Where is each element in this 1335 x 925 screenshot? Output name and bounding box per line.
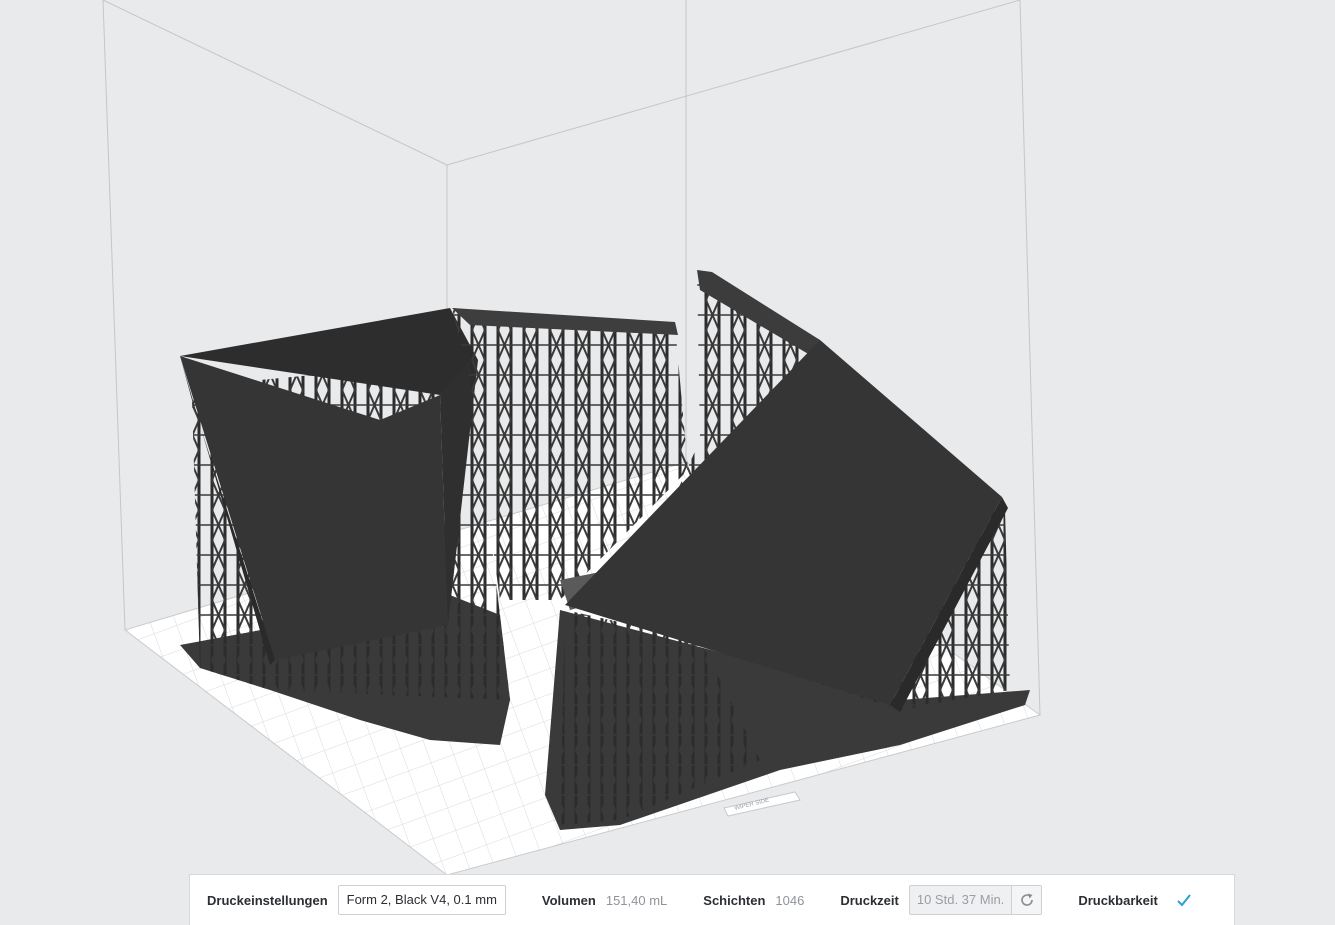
print-settings-field[interactable]: Form 2, Black V4, 0.1 mm (337, 885, 506, 915)
print-time-label: Druckzeit (840, 892, 899, 908)
volume-value: 151,40 mL (605, 892, 668, 908)
scene-canvas[interactable]: WIPER SIDE (0, 0, 1335, 925)
layers-label: Schichten (703, 892, 766, 908)
print-time-group: 10 Std. 37 Min. (908, 885, 1043, 915)
status-bar: Druckeinstellungen Form 2, Black V4, 0.1… (189, 874, 1235, 925)
refresh-button[interactable] (1011, 885, 1043, 915)
printability-label: Druckbarkeit (1078, 892, 1158, 908)
checkmark-icon (1177, 894, 1191, 907)
print-settings-label: Druckeinstellungen (207, 892, 328, 908)
layers-value: 1046 (775, 892, 805, 908)
volume-label: Volumen (541, 892, 596, 908)
3d-viewport[interactable]: WIPER SIDE (0, 0, 1335, 925)
refresh-icon (1021, 893, 1033, 906)
print-time-field: 10 Std. 37 Min. (908, 885, 1012, 915)
